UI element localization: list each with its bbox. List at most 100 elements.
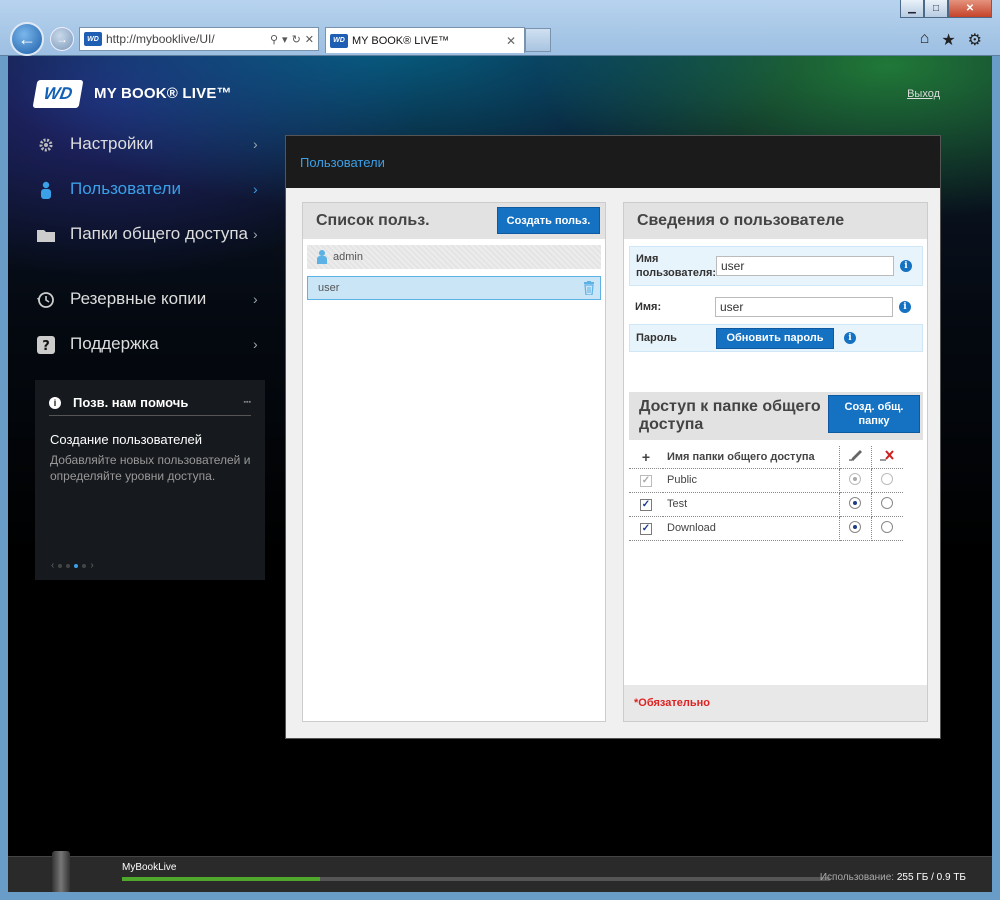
info-icon: i (49, 396, 61, 409)
address-bar[interactable]: WD http://mybooklive/UI/ ⚲ ▾ ↻ ✕ (79, 27, 319, 51)
create-user-button[interactable]: Создать польз. (497, 207, 600, 234)
nav-item-support[interactable]: ? Поддержка › (35, 334, 265, 356)
folder-icon (35, 224, 57, 246)
usage-label: Использование: 255 ГБ / 0.9 ТБ (819, 872, 966, 883)
device-name: MyBookLive (122, 862, 177, 873)
share-name: Download (663, 516, 840, 541)
user-details-card: Сведения о пользователе Имя пользователя… (623, 202, 928, 722)
pager-dot[interactable] (82, 563, 87, 568)
status-bar: MyBookLive Использование: 255 ГБ / 0.9 Т… (8, 851, 992, 892)
share-name: Test (663, 492, 840, 517)
pager-dot[interactable] (74, 563, 79, 568)
full-access-radio[interactable] (849, 520, 861, 533)
user-details-header: Сведения о пользователе (624, 203, 927, 239)
chevron-right-icon: › (253, 136, 258, 152)
main-content: Список польз. Создать польз. admin user (286, 188, 940, 738)
share-checkbox[interactable]: ✓ (640, 522, 652, 535)
main-panel: Пользователи Список польз. Создать польз… (285, 135, 941, 739)
table-row: ✓ Download (629, 516, 903, 541)
update-password-button[interactable]: Обновить пароль (716, 327, 834, 349)
svg-text:?: ? (42, 339, 50, 354)
home-icon[interactable]: ⌂ (920, 30, 930, 50)
user-list-card: Список польз. Создать польз. admin user (302, 202, 606, 722)
tab-title: MY BOOK® LIVE™ (352, 34, 450, 47)
nav-label: Настройки (70, 134, 154, 153)
user-list-item[interactable]: user (307, 276, 601, 300)
user-list-header: Список польз. Создать польз. (303, 203, 605, 239)
history-icon (35, 289, 57, 311)
browser-tab[interactable]: WD MY BOOK® LIVE™ ✕ (325, 27, 525, 53)
nav-label: Пользователи (70, 179, 181, 198)
usage-bar-fill (122, 877, 321, 881)
usage-bar (122, 877, 830, 881)
nav-item-backups[interactable]: Резервные копии › (35, 289, 265, 311)
column-header-share-name: Имя папки общего доступа (663, 446, 840, 469)
nav-item-settings[interactable]: Настройки › (35, 134, 265, 156)
username-row: Имя пользователя:* i (629, 246, 923, 286)
user-list-title: Список польз. (316, 212, 430, 229)
gear-icon (35, 134, 57, 156)
info-icon[interactable]: i (900, 260, 912, 272)
nav-label: Поддержка (70, 334, 159, 353)
expand-icon[interactable]: ▪▪▪ (244, 399, 251, 406)
stop-icon[interactable]: ✕ (305, 33, 314, 46)
user-name: user (318, 282, 340, 294)
forward-button[interactable]: → (50, 27, 74, 51)
pager-dot[interactable] (58, 563, 63, 568)
name-label: Имя: (635, 301, 662, 313)
share-checkbox[interactable]: ✓ (640, 498, 652, 511)
maximize-button[interactable]: □ (924, 0, 948, 18)
table-row: ✓ Public (629, 468, 903, 493)
read-write-pencil-icon (839, 446, 872, 469)
search-icon[interactable]: ⚲ (270, 33, 278, 46)
help-panel: i Позв. нам помочь ▪▪▪ Создание пользова… (35, 380, 265, 580)
create-share-button[interactable]: Созд. общ. папку (828, 395, 920, 433)
refresh-icon[interactable]: ↻ (292, 33, 301, 46)
full-access-radio[interactable] (849, 472, 861, 485)
pager-dot[interactable] (66, 563, 71, 568)
no-access-radio[interactable] (881, 472, 894, 485)
nav-item-users[interactable]: Пользователи › (35, 179, 265, 201)
favorites-star-icon[interactable]: ★ (941, 30, 955, 50)
chevron-right-icon: › (253, 181, 258, 197)
full-name-field[interactable] (715, 297, 893, 317)
window-controls: ▁ □ ✕ (900, 0, 992, 18)
no-access-radio[interactable] (881, 520, 894, 533)
full-access-radio[interactable] (849, 496, 861, 509)
back-button[interactable]: ← (10, 22, 44, 56)
username-label: Имя пользователя:* (636, 253, 720, 279)
new-tab-button[interactable] (525, 28, 551, 52)
dropdown-arrow-icon[interactable]: ▾ (282, 33, 288, 46)
browser-chrome: ▁ □ ✕ ← → WD http://mybooklive/UI/ ⚲ ▾ ↻… (0, 0, 1000, 56)
user-list-item[interactable]: admin (307, 245, 601, 269)
address-url[interactable]: http://mybooklive/UI/ (106, 32, 270, 46)
tab-close-icon[interactable]: ✕ (506, 34, 520, 48)
username-field[interactable] (716, 256, 894, 276)
chevron-right-icon: › (253, 226, 258, 242)
logout-link[interactable]: Выход (907, 88, 940, 100)
nas-device-icon (52, 851, 70, 892)
help-heading: Создание пользователей (50, 432, 203, 447)
person-icon (317, 250, 327, 264)
minimize-button[interactable]: ▁ (900, 0, 924, 18)
chevron-left-icon[interactable]: ‹ (51, 560, 54, 571)
add-share-icon[interactable]: + (629, 446, 663, 469)
page-title: Пользователи (300, 154, 385, 170)
settings-gear-icon[interactable]: ⚙ (968, 30, 982, 50)
info-icon[interactable]: i (844, 332, 856, 344)
share-checkbox[interactable]: ✓ (640, 474, 652, 487)
nav-label: Резервные копии (70, 289, 207, 308)
help-pager: ‹ › (51, 560, 94, 571)
user-icon (35, 179, 57, 201)
nav-label: Папки общего доступа (70, 224, 248, 243)
nav-item-shares[interactable]: Папки общего доступа › (35, 224, 265, 246)
close-window-button[interactable]: ✕ (948, 0, 992, 18)
trash-icon[interactable] (583, 281, 595, 295)
required-note-bar: *Обязательно (624, 685, 927, 721)
no-access-x-icon (871, 446, 903, 469)
chevron-right-icon[interactable]: › (90, 560, 93, 571)
share-access-title: Доступ к папке общего доступа (639, 398, 821, 433)
wd-logo: WD (32, 80, 84, 108)
info-icon[interactable]: i (899, 301, 911, 313)
no-access-radio[interactable] (881, 496, 894, 509)
